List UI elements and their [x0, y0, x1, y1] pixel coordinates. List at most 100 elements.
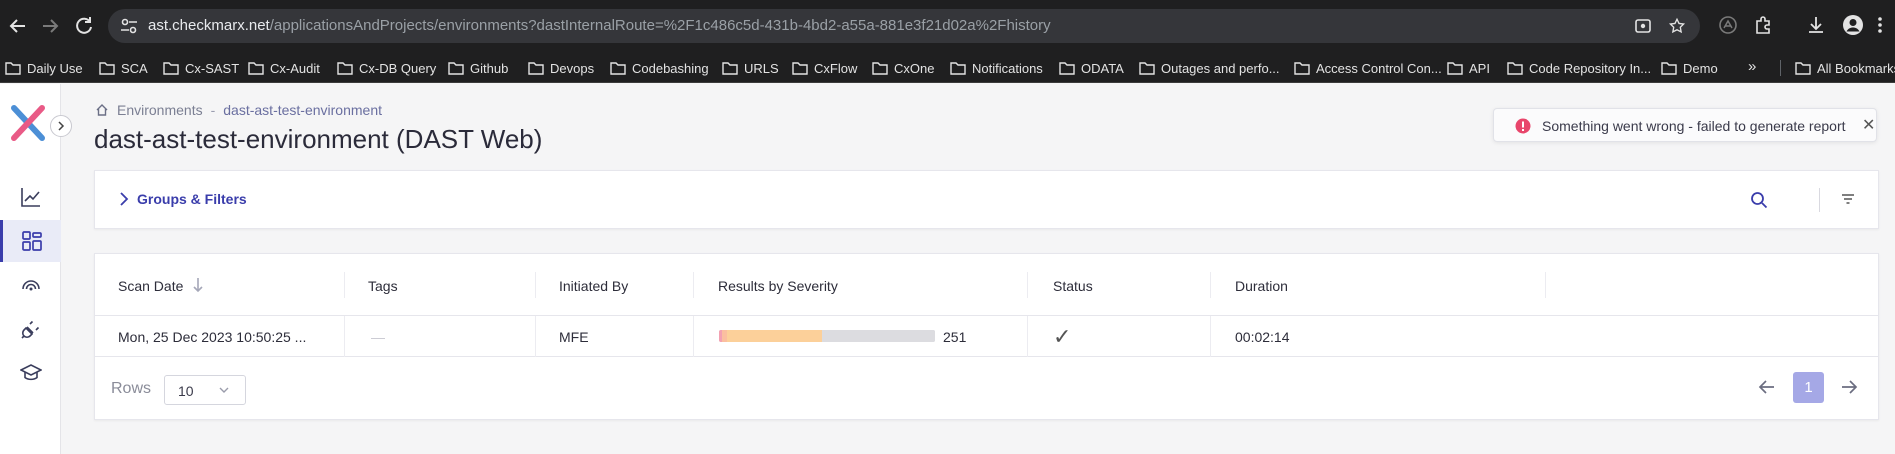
column-divider[interactable] — [1027, 272, 1028, 298]
folder-icon — [872, 62, 888, 75]
bookmark-folder[interactable]: ODATA — [1059, 57, 1124, 79]
bookmark-label: Outages and perfo... — [1161, 60, 1280, 76]
error-toast: Something went wrong - failed to generat… — [1493, 108, 1877, 142]
screen-share-icon[interactable] — [1634, 17, 1652, 35]
grid-icon — [22, 231, 42, 251]
severity-bar[interactable] — [719, 330, 935, 342]
toolbar-divider — [1819, 188, 1820, 212]
folder-icon — [610, 62, 626, 75]
address-bar[interactable]: ast.checkmarx.net/applicationsAndProject… — [108, 9, 1700, 43]
previous-page-button[interactable] — [1758, 378, 1776, 396]
bookmark-label: Codebashing — [632, 60, 709, 76]
nav-learning[interactable] — [0, 352, 61, 394]
browser-menu-icon[interactable] — [1876, 14, 1895, 36]
column-divider[interactable] — [1545, 272, 1546, 298]
bookmark-folder[interactable]: SCA — [99, 57, 148, 79]
bookmark-label: Demo — [1683, 60, 1718, 76]
bookmark-label: CxOne — [894, 60, 935, 76]
folder-icon — [1507, 62, 1523, 75]
reload-icon[interactable] — [72, 14, 96, 38]
chevron-right-icon — [58, 121, 65, 131]
breadcrumb-current: dast-ast-test-environment — [223, 102, 382, 118]
column-results-by-severity[interactable]: Results by Severity — [718, 278, 838, 294]
bookmark-folder[interactable]: CxFlow — [792, 57, 857, 79]
expand-sidebar-button[interactable] — [50, 115, 72, 137]
bookmark-folder[interactable]: Access Control Con... — [1294, 57, 1442, 79]
search-icon[interactable] — [1750, 191, 1768, 209]
bookmark-folder[interactable]: Outages and perfo... — [1139, 57, 1280, 79]
groups-filters-toggle[interactable]: Groups & Filters — [119, 191, 247, 207]
bookmark-label: CxFlow — [814, 60, 858, 76]
folder-icon — [99, 62, 115, 75]
breadcrumb-environments[interactable]: Environments — [117, 102, 203, 118]
filter-lines-icon[interactable] — [1840, 191, 1856, 207]
bookmark-folder[interactable]: Code Repository In... — [1507, 57, 1651, 79]
bookmark-folder[interactable]: Codebashing — [610, 57, 709, 79]
bookmark-label: Code Repository In... — [1529, 60, 1652, 76]
bookmark-folder[interactable]: Daily Use — [5, 57, 83, 79]
folder-icon — [1447, 62, 1463, 75]
bookmark-folder[interactable]: Demo — [1661, 57, 1718, 79]
column-divider[interactable] — [1210, 272, 1211, 298]
back-icon[interactable] — [6, 14, 30, 38]
bookmark-folder[interactable]: Notifications — [950, 57, 1043, 79]
nav-applications-projects[interactable] — [0, 220, 61, 262]
bookmark-folder[interactable]: Cx-SAST — [163, 57, 239, 79]
folder-icon — [1661, 62, 1677, 75]
bookmark-folder[interactable]: URLS — [722, 57, 779, 79]
breadcrumb-separator: - — [210, 102, 216, 118]
checkmarx-logo[interactable] — [9, 104, 47, 142]
all-bookmarks-folder[interactable]: All Bookmarks — [1795, 57, 1895, 79]
bookmark-folder[interactable]: API — [1447, 57, 1490, 79]
extensions-icon[interactable] — [1752, 14, 1774, 36]
row-divider — [693, 316, 694, 357]
folder-icon — [448, 62, 464, 75]
column-status[interactable]: Status — [1053, 278, 1093, 294]
bookmark-label: All Bookmarks — [1817, 60, 1895, 76]
bookmark-label: URLS — [744, 60, 779, 76]
column-divider[interactable] — [344, 272, 345, 298]
bookmark-folder[interactable]: Devops — [528, 57, 594, 79]
severity-segment-low — [727, 330, 823, 342]
folder-icon — [950, 62, 966, 75]
bookmark-label: ODATA — [1081, 60, 1124, 76]
translate-icon[interactable] — [1717, 14, 1739, 36]
column-tags[interactable]: Tags — [368, 278, 398, 294]
column-initiated-by[interactable]: Initiated By — [559, 278, 628, 294]
more-bookmarks-button[interactable]: » — [1748, 58, 1756, 75]
bookmarks-bar: Daily Use SCA Cx-SAST Cx-Audit Cx-DB Que… — [0, 52, 1895, 83]
home-icon[interactable] — [95, 103, 109, 117]
bookmark-label: Github — [470, 60, 509, 76]
column-divider[interactable] — [693, 272, 694, 298]
nav-scans[interactable] — [0, 264, 61, 306]
url-text[interactable]: ast.checkmarx.net/applicationsAndProject… — [148, 17, 1051, 34]
nav-integrations[interactable] — [0, 308, 61, 350]
column-duration[interactable]: Duration — [1235, 278, 1288, 294]
bookmark-folder[interactable]: Cx-DB Query — [337, 57, 436, 79]
bookmark-folder[interactable]: Github — [448, 57, 508, 79]
bookmark-folder[interactable]: Cx-Audit — [248, 57, 320, 79]
url-path: /applicationsAndProjects/environments?da… — [269, 17, 1051, 34]
page-1-button[interactable]: 1 — [1793, 372, 1824, 403]
column-scan-date[interactable]: Scan Date — [118, 278, 183, 294]
nav-dashboard[interactable] — [0, 176, 61, 218]
rows-per-page-select[interactable]: 10 — [164, 375, 246, 405]
forward-icon[interactable] — [38, 14, 62, 38]
download-icon[interactable] — [1805, 14, 1827, 36]
folder-icon — [1294, 62, 1310, 75]
bookmark-label: Access Control Con... — [1316, 60, 1442, 76]
bookmark-label: Cx-DB Query — [359, 60, 437, 76]
bookmark-star-icon[interactable] — [1668, 17, 1686, 35]
toast-close-button[interactable]: ✕ — [1862, 115, 1875, 135]
site-settings-icon[interactable] — [120, 18, 138, 34]
bookmark-folder[interactable]: CxOne — [872, 57, 934, 79]
folder-icon — [163, 62, 179, 75]
bookmark-label: API — [1469, 60, 1490, 76]
sort-down-arrow-icon[interactable] — [193, 276, 203, 294]
bookmark-label: Daily Use — [27, 60, 83, 76]
profile-icon[interactable] — [1842, 14, 1864, 36]
table-row[interactable]: Mon, 25 Dec 2023 10:50:25 ... — MFE 251 … — [95, 316, 1878, 357]
next-page-button[interactable] — [1840, 378, 1858, 396]
column-divider[interactable] — [535, 272, 536, 298]
folder-icon — [248, 62, 264, 75]
